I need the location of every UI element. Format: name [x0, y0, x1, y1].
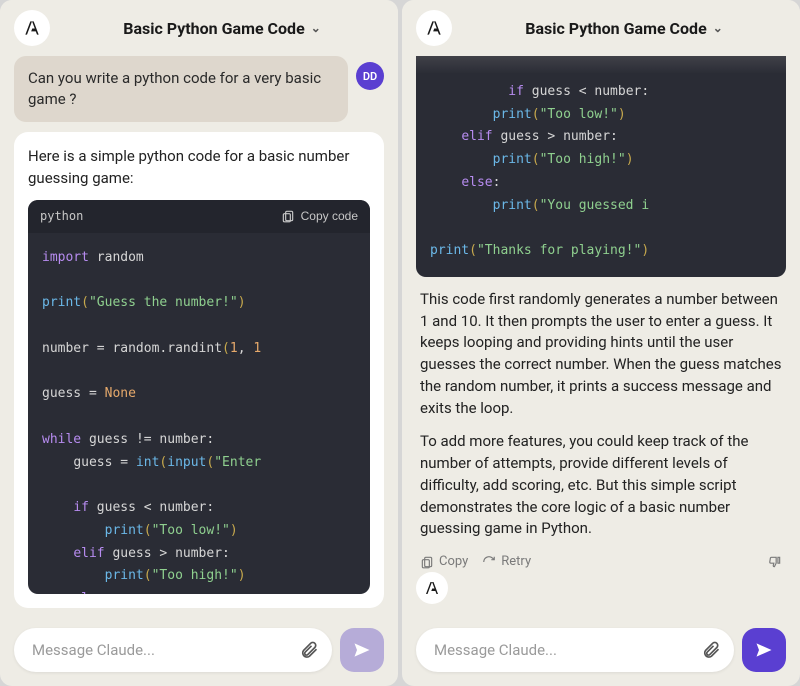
header: Basic Python Game Code ⌄ [0, 0, 398, 56]
title-text: Basic Python Game Code [525, 19, 706, 38]
paperclip-icon [701, 640, 721, 660]
attach-button[interactable] [696, 635, 726, 665]
thumbs-down-icon [768, 555, 782, 569]
message-actions: Copy Retry [416, 552, 786, 571]
user-message: Can you write a python code for a very b… [14, 56, 348, 122]
composer: Message Claude... [402, 618, 800, 686]
assistant-intro: Here is a simple python code for a basic… [28, 146, 370, 190]
clipboard-icon [281, 209, 295, 223]
message-input[interactable]: Message Claude... [416, 628, 734, 672]
message-placeholder: Message Claude... [32, 641, 294, 659]
code-language: python [40, 208, 83, 225]
right-panel: Basic Python Game Code ⌄ if guess < numb… [402, 0, 800, 686]
anthropic-logo-small [416, 572, 448, 604]
left-panel: Basic Python Game Code ⌄ Can you write a… [0, 0, 398, 686]
title-text: Basic Python Game Code [123, 19, 304, 38]
send-icon [754, 640, 774, 660]
send-button[interactable] [742, 628, 786, 672]
composer: Message Claude... [0, 618, 398, 686]
message-list: if guess < number: print("Too low!") eli… [402, 56, 800, 618]
copy-code-button[interactable]: Copy code [281, 208, 358, 225]
send-icon [352, 640, 372, 660]
message-list: Can you write a python code for a very b… [0, 56, 398, 618]
clipboard-icon [420, 555, 434, 569]
code-block-continued: if guess < number: print("Too low!") eli… [416, 56, 786, 277]
retry-label: Retry [501, 554, 531, 569]
copy-label: Copy [439, 554, 468, 569]
attach-button[interactable] [294, 635, 324, 665]
chevron-down-icon: ⌄ [713, 21, 723, 35]
scroll-fade [416, 56, 786, 74]
assistant-message: Here is a simple python code for a basic… [14, 132, 384, 608]
code-content: import random print("Guess the number!")… [28, 233, 370, 594]
assistant-explanation-1: This code first randomly generates a num… [416, 289, 786, 420]
retry-button[interactable]: Retry [482, 554, 531, 569]
copy-button[interactable]: Copy [420, 554, 468, 569]
user-avatar: DD [356, 62, 384, 90]
send-button[interactable] [340, 628, 384, 672]
retry-icon [482, 555, 496, 569]
conversation-title[interactable]: Basic Python Game Code ⌄ [462, 19, 786, 38]
code-block: python Copy code import random print("Gu… [28, 200, 370, 595]
copy-code-label: Copy code [301, 208, 358, 225]
user-message-row: Can you write a python code for a very b… [14, 56, 384, 122]
message-input[interactable]: Message Claude... [14, 628, 332, 672]
thumbs-down-button[interactable] [768, 555, 782, 569]
chevron-down-icon: ⌄ [311, 21, 321, 35]
code-header: python Copy code [28, 200, 370, 233]
header: Basic Python Game Code ⌄ [402, 0, 800, 56]
conversation-title[interactable]: Basic Python Game Code ⌄ [60, 19, 384, 38]
anthropic-logo [14, 10, 50, 46]
message-placeholder: Message Claude... [434, 641, 696, 659]
paperclip-icon [299, 640, 319, 660]
assistant-explanation-2: To add more features, you could keep tra… [416, 431, 786, 540]
anthropic-logo [416, 10, 452, 46]
